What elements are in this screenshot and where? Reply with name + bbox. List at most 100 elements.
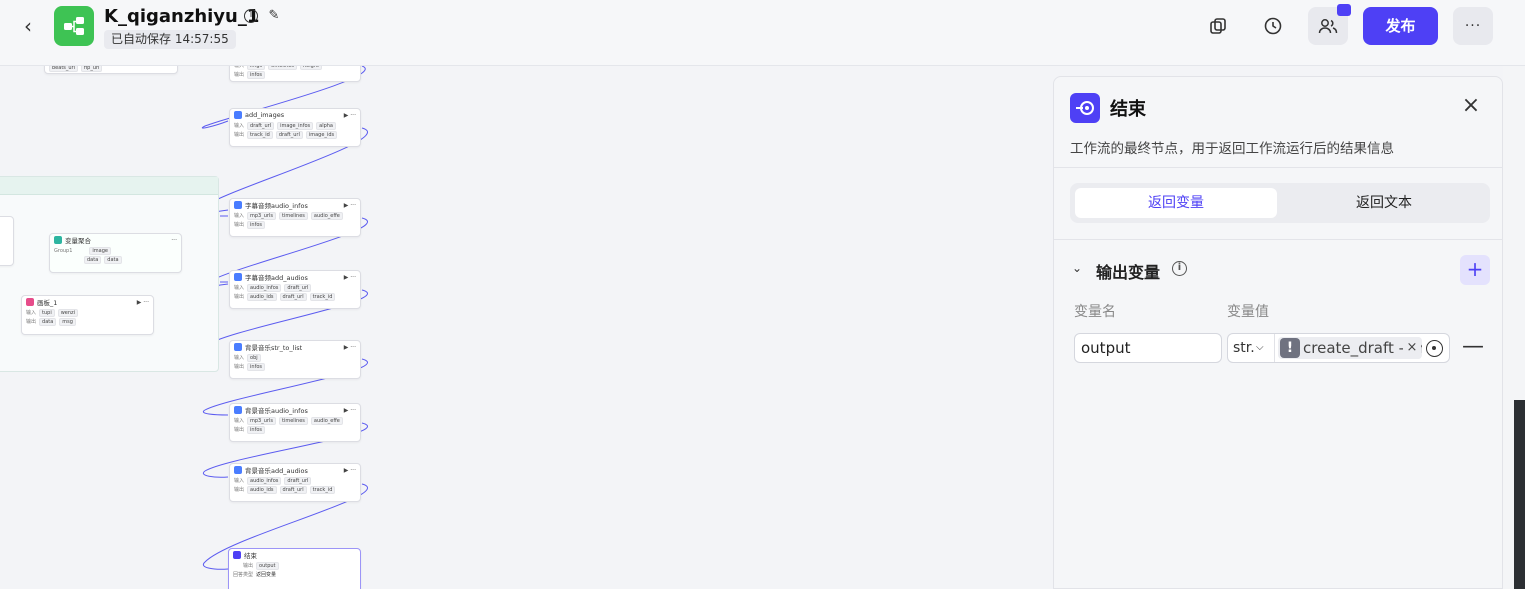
chevron-down-icon[interactable]: ⌵ xyxy=(1256,334,1264,362)
back-button[interactable]: ‹ xyxy=(16,14,40,38)
node-chip: data xyxy=(104,255,122,264)
node-chip: track_id xyxy=(309,485,336,494)
canvas-node[interactable]: beats_url fip_url xyxy=(44,66,178,74)
node-title: 背景音乐str_to_list xyxy=(245,344,303,352)
node-title: 变量聚合 xyxy=(65,237,91,245)
column-header-name: 变量名 xyxy=(1074,304,1116,320)
node-row-label: 输入 xyxy=(234,285,245,291)
return-mode-tabs: 返回变量 返回文本 xyxy=(1070,183,1490,223)
node-chip: draft_url xyxy=(275,130,303,139)
canvas-node[interactable]: add_images ▶ ··· 输入 draft_url image_infos al… xyxy=(229,108,361,147)
panel-description: 工作流的最终节点，用于返回工作流运行后的结果信息 xyxy=(1070,141,1394,157)
node-title: 背景音乐audio_infos xyxy=(245,407,308,415)
copy-button[interactable] xyxy=(1198,7,1238,45)
drawing-board-node[interactable]: 画板_1 ▶ ··· 输入 tupi wenzi 输出 data msg xyxy=(21,295,154,335)
end-icon xyxy=(233,551,241,559)
node-row-label: 输出 xyxy=(234,294,245,300)
node-row-label: 输入 xyxy=(234,418,245,424)
more-button[interactable]: ··· xyxy=(1453,7,1493,45)
node-chip: audio_ids xyxy=(247,292,277,301)
end-node-icon xyxy=(1070,93,1100,123)
node-row-label: 输出 xyxy=(234,72,245,78)
node-group[interactable] xyxy=(0,176,219,372)
info-icon[interactable]: i xyxy=(1172,261,1187,276)
node-chip: draft_url xyxy=(279,292,307,301)
node-row-label: 输入 xyxy=(234,123,245,129)
node-row-label: 输出 xyxy=(26,319,37,325)
node-chip: fip_url xyxy=(81,66,103,72)
plugin-icon xyxy=(234,343,242,351)
chevron-down-icon[interactable]: ⌄ xyxy=(1072,261,1082,275)
edit-icon[interactable]: ✎ xyxy=(266,8,282,24)
node-menu-icon[interactable]: ··· xyxy=(171,237,177,244)
node-chip: infos xyxy=(247,220,265,229)
canvas-node[interactable]: 输入imgstimelinesheight 输出infos xyxy=(229,66,361,82)
node-chip: draft_url xyxy=(279,485,307,494)
node-title: 字幕音频add_audios xyxy=(245,274,308,282)
plugin-icon xyxy=(234,273,242,281)
run-node-icon[interactable]: ▶ ··· xyxy=(344,467,356,474)
node-chip: draft_url xyxy=(247,121,275,130)
node-chip: image_ids xyxy=(305,130,338,139)
divider xyxy=(1054,167,1504,168)
node-chip: infos xyxy=(247,362,265,371)
node-chip: audio_effe xyxy=(310,211,343,220)
tab-return-variable[interactable]: 返回变量 xyxy=(1075,188,1277,218)
node-chip: beats_url xyxy=(49,66,78,72)
run-node-icon[interactable]: ▶ ··· xyxy=(344,344,356,351)
node-chip: wenzi xyxy=(57,308,79,317)
node-row-label: 回答类型 xyxy=(233,572,254,578)
node-chip: draft_url xyxy=(284,283,312,292)
remove-variable-button[interactable]: — xyxy=(1462,335,1484,359)
remove-reference-icon[interactable]: × xyxy=(1403,337,1421,359)
canvas-node[interactable]: 字幕音频audio_infos ▶ ··· 输入 mp3_urls timelines… xyxy=(229,198,361,237)
variable-aggregator-node[interactable]: 变量聚合 ··· Group1 image data data xyxy=(49,233,182,273)
target-icon[interactable] xyxy=(1426,340,1443,357)
node-title: 结束 xyxy=(244,552,257,560)
node-row-label: Group1 xyxy=(54,247,73,254)
autosave-status: 已自动保存 14:57:55 xyxy=(104,30,236,49)
history-icon xyxy=(1264,17,1282,35)
add-variable-button[interactable]: + xyxy=(1460,255,1490,285)
history-button[interactable] xyxy=(1253,7,1293,45)
info-icon[interactable]: i xyxy=(244,9,258,23)
variable-name-input[interactable]: output xyxy=(1074,333,1222,363)
node-chip: timelines xyxy=(278,416,308,425)
variable-reference-tag[interactable]: ! create_draft - draft_url × xyxy=(1278,337,1422,359)
run-node-icon[interactable]: ▶ ··· xyxy=(344,274,356,281)
node-chip: alpha xyxy=(316,121,336,130)
end-node[interactable]: 结束 输出 output 回答类型 返回变量 xyxy=(228,548,361,589)
run-node-icon[interactable]: ▶ ··· xyxy=(344,407,356,414)
value-type-select[interactable]: str. xyxy=(1233,334,1255,362)
node-title: 背景音乐add_audios xyxy=(245,467,308,475)
node-row-label: 输入 xyxy=(234,213,245,219)
scrollbar[interactable] xyxy=(1514,400,1525,589)
node-chip: audio_infos xyxy=(247,283,282,292)
panel-title: 结束 xyxy=(1110,99,1146,120)
node-chip: msg xyxy=(59,317,76,326)
node-chip: image_infos xyxy=(277,121,314,130)
canvas-node[interactable]: 背景音乐add_audios ▶ ··· 输入 audio_infos draft_u… xyxy=(229,463,361,502)
group-header xyxy=(0,177,218,195)
users-icon xyxy=(1318,19,1338,34)
node-chip: audio_effe xyxy=(310,416,343,425)
canvas-node[interactable]: 字幕音频add_audios ▶ ··· 输入 audio_infos draft_u… xyxy=(229,270,361,309)
node-chip: audio_ids xyxy=(247,485,277,494)
variable-value-field[interactable]: str. ⌵ ! create_draft - draft_url × xyxy=(1227,333,1450,363)
canvas-node[interactable] xyxy=(0,216,14,266)
publish-button[interactable]: 发布 xyxy=(1363,7,1438,45)
node-chip: data xyxy=(39,317,57,326)
node-row-label: 输入 xyxy=(26,310,37,316)
close-icon[interactable]: × xyxy=(1459,95,1483,119)
workflow-canvas[interactable]: beats_urlfip_url 输入imgstimelinesheight 输… xyxy=(0,66,1053,589)
node-row-label: 输出 xyxy=(234,427,245,433)
tab-return-text[interactable]: 返回文本 xyxy=(1283,188,1485,218)
canvas-node[interactable]: 背景音乐str_to_list ▶ ··· 输入 obj 输出 infos xyxy=(229,340,361,379)
canvas-node[interactable]: 背景音乐audio_infos ▶ ··· 输入 mp3_urls timelines… xyxy=(229,403,361,442)
divider xyxy=(1274,334,1275,362)
run-node-icon[interactable]: ▶ ··· xyxy=(344,202,356,209)
column-header-value: 变量值 xyxy=(1227,304,1269,320)
node-chip: infos xyxy=(247,70,265,79)
run-node-icon[interactable]: ▶ ··· xyxy=(344,112,356,119)
run-node-icon[interactable]: ▶ ··· xyxy=(137,299,149,306)
